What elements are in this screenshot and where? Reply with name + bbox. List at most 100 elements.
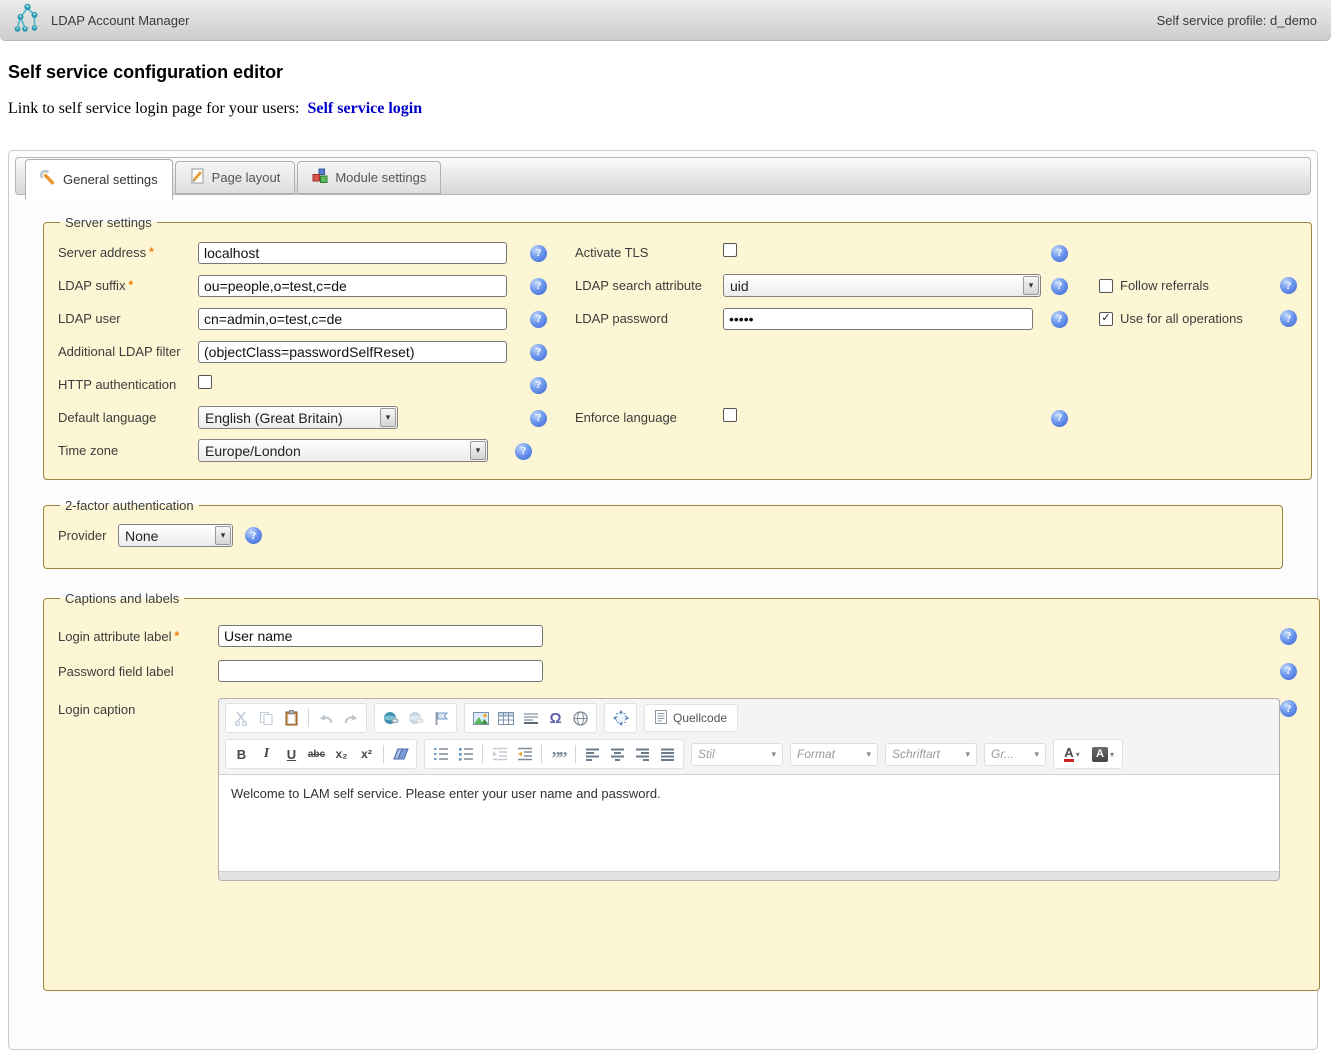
special-character-icon[interactable]: Ω <box>543 706 568 730</box>
help-icon[interactable]: ? <box>530 344 547 361</box>
help-icon[interactable]: ? <box>530 410 547 427</box>
help-icon[interactable]: ? <box>1280 277 1297 294</box>
captions-legend: Captions and labels <box>60 591 184 606</box>
help-icon[interactable]: ? <box>1280 628 1297 645</box>
numbered-list-icon[interactable] <box>428 742 453 766</box>
ldap-filter-input[interactable] <box>198 341 507 363</box>
help-icon[interactable]: ? <box>530 311 547 328</box>
table-icon[interactable] <box>493 706 518 730</box>
indent-icon[interactable] <box>512 742 537 766</box>
help-icon[interactable]: ? <box>530 377 547 394</box>
password-field-input[interactable] <box>218 660 543 682</box>
time-zone-select[interactable]: Europe/London <box>198 439 488 462</box>
app-title: LDAP Account Manager <box>51 13 190 28</box>
format-combo[interactable]: Format <box>790 743 878 766</box>
select-arrow-icon[interactable] <box>380 408 396 427</box>
provider-row: Provider None ? <box>58 519 1268 552</box>
follow-referrals-checkbox[interactable] <box>1099 279 1113 293</box>
align-right-icon[interactable] <box>630 742 655 766</box>
image-icon[interactable] <box>468 706 493 730</box>
chevron-down-icon: ▾ <box>1076 750 1080 759</box>
enforce-language-checkbox[interactable] <box>723 408 737 422</box>
superscript-icon[interactable]: x² <box>354 742 379 766</box>
subscript-icon[interactable]: x₂ <box>329 742 354 766</box>
select-arrow-icon[interactable] <box>215 526 231 545</box>
size-combo[interactable]: Gr... <box>984 743 1046 766</box>
copy-icon[interactable] <box>254 706 279 730</box>
ldap-user-input[interactable] <box>198 308 507 330</box>
background-color-button[interactable]: A▾ <box>1087 742 1119 766</box>
horizontal-rule-icon[interactable] <box>518 706 543 730</box>
server-address-row: Server address* ? Activate TLS ? <box>58 236 1297 269</box>
ldap-password-input[interactable] <box>723 308 1033 330</box>
help-icon[interactable]: ? <box>1051 311 1068 328</box>
unlink-icon[interactable] <box>403 706 428 730</box>
bulleted-list-icon[interactable] <box>453 742 478 766</box>
two-factor-fieldset: 2-factor authentication Provider None ? <box>43 498 1283 569</box>
italic-icon[interactable]: I <box>254 742 279 766</box>
editor-content-area[interactable]: Welcome to LAM self service. Please ente… <box>219 774 1279 871</box>
help-icon[interactable]: ? <box>1051 245 1068 262</box>
server-address-input[interactable] <box>198 242 507 264</box>
page-edit-icon <box>190 168 205 187</box>
remove-format-eraser-icon[interactable] <box>388 742 413 766</box>
help-icon[interactable]: ? <box>1280 700 1297 717</box>
undo-icon[interactable] <box>313 706 338 730</box>
select-arrow-icon[interactable] <box>470 441 486 460</box>
align-center-icon[interactable] <box>605 742 630 766</box>
tab-general-settings[interactable]: General settings <box>25 159 173 200</box>
help-icon[interactable]: ? <box>1051 410 1068 427</box>
ldap-suffix-label: LDAP suffix* <box>58 278 198 293</box>
anchor-flag-icon[interactable] <box>428 706 453 730</box>
help-icon[interactable]: ? <box>1280 663 1297 680</box>
iframe-globe-icon[interactable] <box>568 706 593 730</box>
ldap-suffix-input[interactable] <box>198 275 507 297</box>
link-icon[interactable] <box>378 706 403 730</box>
cut-icon[interactable] <box>229 706 254 730</box>
tab-label: Module settings <box>335 170 426 185</box>
ldap-search-attribute-select[interactable]: uid <box>723 274 1041 297</box>
blockquote-icon[interactable]: ”” <box>546 742 571 766</box>
tab-strip: General settings Page layout Module se <box>15 157 1311 195</box>
use-all-operations-checkbox[interactable]: ✓ <box>1099 312 1113 326</box>
maximize-icon[interactable] <box>608 706 633 730</box>
help-icon[interactable]: ? <box>530 278 547 295</box>
select-value: None <box>125 528 158 544</box>
source-doc-icon <box>655 710 667 727</box>
paste-icon[interactable] <box>279 706 304 730</box>
strikethrough-icon[interactable]: abc <box>304 742 329 766</box>
font-combo[interactable]: Schriftart <box>885 743 977 766</box>
config-panel: General settings Page layout Module se <box>8 150 1318 1050</box>
help-icon[interactable]: ? <box>1051 278 1068 295</box>
self-service-login-link[interactable]: Self service login <box>307 100 422 117</box>
source-button[interactable]: Quellcode <box>644 704 738 732</box>
provider-select[interactable]: None <box>118 524 233 547</box>
help-icon[interactable]: ? <box>1280 310 1297 327</box>
login-caption-row: Login caption <box>58 698 1305 881</box>
align-justify-icon[interactable] <box>655 742 680 766</box>
style-combo[interactable]: Stil <box>691 743 783 766</box>
underline-icon[interactable]: U <box>279 742 304 766</box>
tab-module-settings[interactable]: Module settings <box>297 161 441 194</box>
outdent-icon[interactable] <box>487 742 512 766</box>
activate-tls-checkbox[interactable] <box>723 243 737 257</box>
login-caption-label: Login caption <box>58 698 218 717</box>
required-icon: * <box>174 629 179 643</box>
align-left-icon[interactable] <box>580 742 605 766</box>
help-icon[interactable]: ? <box>245 527 262 544</box>
text-color-button[interactable]: A▾ <box>1057 742 1087 766</box>
select-value: English (Great Britain) <box>205 410 343 426</box>
select-arrow-icon[interactable] <box>1023 276 1039 295</box>
login-attribute-input[interactable] <box>218 625 543 647</box>
editor-toolbar-row-1: Ω Quellcode <box>219 699 1279 735</box>
ldap-suffix-row: LDAP suffix* ? LDAP search attribute uid… <box>58 269 1297 302</box>
help-icon[interactable]: ? <box>515 443 532 460</box>
ldap-filter-row: Additional LDAP filter ? <box>58 335 1297 368</box>
redo-icon[interactable] <box>338 706 363 730</box>
help-icon[interactable]: ? <box>530 245 547 262</box>
title-bar: LDAP Account Manager Self service profil… <box>0 0 1331 41</box>
tab-page-layout[interactable]: Page layout <box>175 161 296 194</box>
bold-icon[interactable]: B <box>229 742 254 766</box>
default-language-select[interactable]: English (Great Britain) <box>198 406 398 429</box>
http-auth-checkbox[interactable] <box>198 375 212 389</box>
